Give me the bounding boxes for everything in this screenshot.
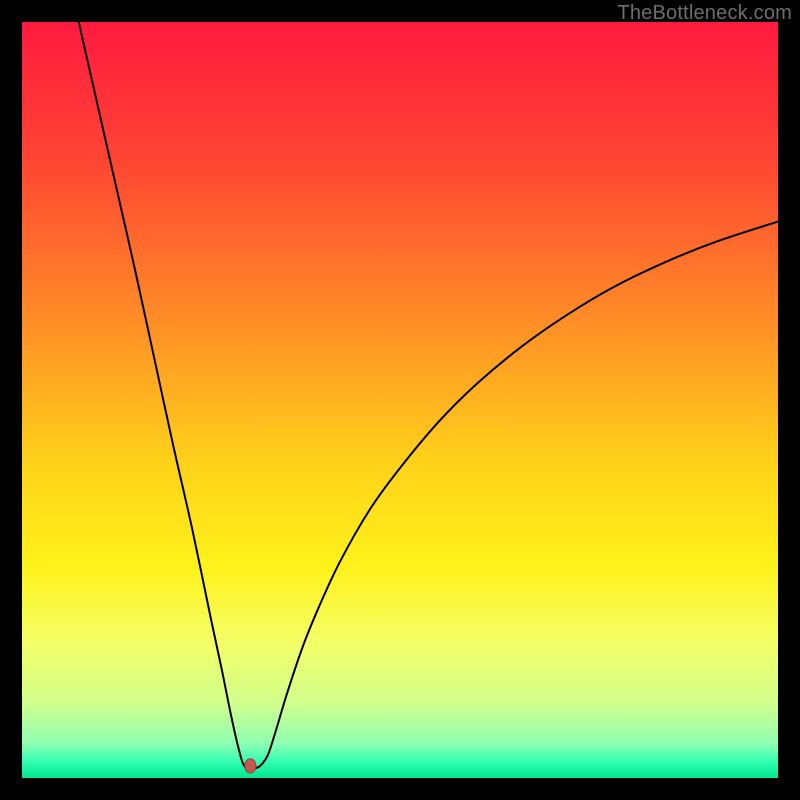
- chart-frame: TheBottleneck.com: [0, 0, 800, 800]
- curve-layer: [22, 22, 778, 778]
- plot-area: [22, 22, 778, 778]
- watermark-label: TheBottleneck.com: [617, 2, 792, 25]
- optimal-point-marker: [245, 759, 256, 773]
- bottleneck-curve: [79, 22, 778, 769]
